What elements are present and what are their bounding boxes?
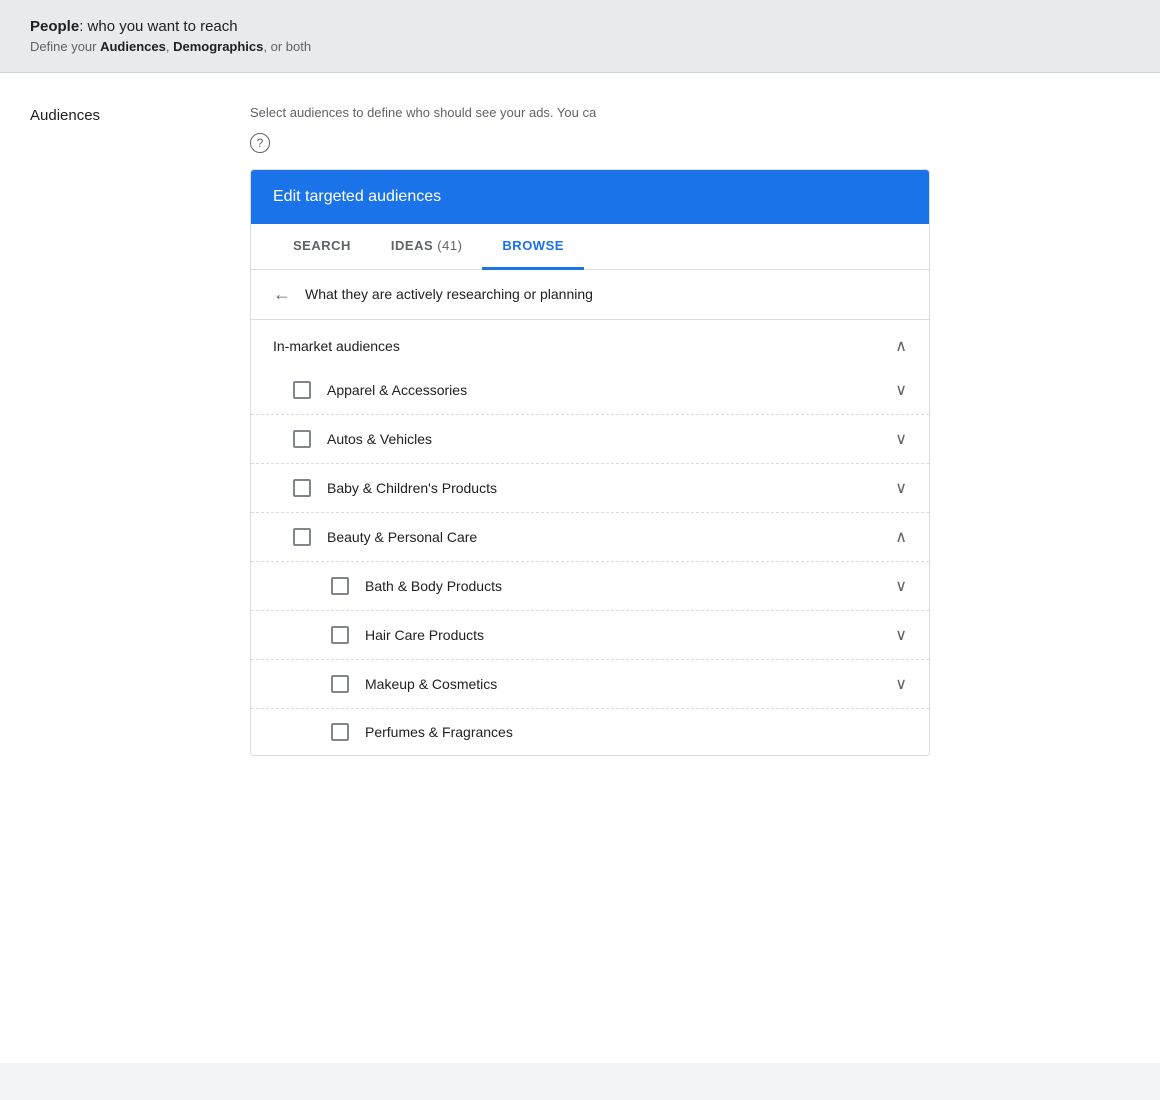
sub-item-hair-left: Hair Care Products bbox=[331, 626, 484, 644]
checkbox-perfumes[interactable] bbox=[331, 723, 349, 741]
audiences-box: Edit targeted audiences SEARCH IDEAS (41… bbox=[250, 169, 930, 756]
checkbox-bath[interactable] bbox=[331, 577, 349, 595]
left-label: Audiences bbox=[30, 103, 250, 1033]
audiences-label: Audiences bbox=[30, 107, 250, 124]
sub-item-bath-left: Bath & Body Products bbox=[331, 577, 502, 595]
tab-browse[interactable]: BROWSE bbox=[482, 224, 584, 270]
chevron-apparel-icon[interactable]: ∨ bbox=[895, 380, 907, 400]
sub-item-makeup-label: Makeup & Cosmetics bbox=[365, 676, 497, 692]
chevron-beauty-icon[interactable]: ∧ bbox=[895, 527, 907, 547]
list-item-apparel[interactable]: Apparel & Accessories ∨ bbox=[251, 366, 929, 415]
audiences-header: Edit targeted audiences bbox=[251, 170, 929, 224]
help-icon[interactable]: ? bbox=[250, 133, 270, 153]
sub-item-perfumes-left: Perfumes & Fragrances bbox=[331, 723, 513, 741]
sub-item-bath[interactable]: Bath & Body Products ∨ bbox=[251, 562, 929, 611]
list-item-autos[interactable]: Autos & Vehicles ∨ bbox=[251, 415, 929, 464]
list-item-autos-left: Autos & Vehicles bbox=[293, 430, 432, 448]
ideas-count: (41) bbox=[437, 238, 462, 253]
sub-item-perfumes-label: Perfumes & Fragrances bbox=[365, 724, 513, 740]
chevron-autos-icon[interactable]: ∨ bbox=[895, 429, 907, 449]
banner-title: People: who you want to reach bbox=[30, 18, 1130, 35]
tab-ideas[interactable]: IDEAS (41) bbox=[371, 224, 483, 270]
audiences-bold: Audiences bbox=[100, 39, 166, 54]
chevron-bath-icon[interactable]: ∨ bbox=[895, 576, 907, 596]
checkbox-baby[interactable] bbox=[293, 479, 311, 497]
tabs-row: SEARCH IDEAS (41) BROWSE bbox=[251, 224, 929, 270]
top-banner: People: who you want to reach Define you… bbox=[0, 0, 1160, 73]
right-panel: Select audiences to define who should se… bbox=[250, 103, 1130, 1033]
checkbox-makeup[interactable] bbox=[331, 675, 349, 693]
sub-item-perfumes[interactable]: Perfumes & Fragrances bbox=[251, 709, 929, 755]
list-item-beauty-left: Beauty & Personal Care bbox=[293, 528, 477, 546]
list-item-baby-left: Baby & Children's Products bbox=[293, 479, 497, 497]
checkbox-hair[interactable] bbox=[331, 626, 349, 644]
chevron-makeup-icon[interactable]: ∨ bbox=[895, 674, 907, 694]
sub-item-hair-label: Hair Care Products bbox=[365, 627, 484, 643]
checkbox-autos[interactable] bbox=[293, 430, 311, 448]
list-item-apparel-label: Apparel & Accessories bbox=[327, 382, 467, 398]
chevron-hair-icon[interactable]: ∨ bbox=[895, 625, 907, 645]
sub-item-makeup-left: Makeup & Cosmetics bbox=[331, 675, 497, 693]
banner-title-bold: People bbox=[30, 18, 79, 35]
section-header: In-market audiences ∧ bbox=[251, 320, 929, 366]
back-text: What they are actively researching or pl… bbox=[305, 286, 593, 302]
banner-subtitle: Define your Audiences, Demographics, or … bbox=[30, 39, 1130, 54]
tab-search[interactable]: SEARCH bbox=[273, 224, 371, 270]
checkbox-beauty[interactable] bbox=[293, 528, 311, 546]
list-item-baby[interactable]: Baby & Children's Products ∨ bbox=[251, 464, 929, 513]
list-item-autos-label: Autos & Vehicles bbox=[327, 431, 432, 447]
audiences-header-title: Edit targeted audiences bbox=[273, 188, 907, 206]
list-item-apparel-left: Apparel & Accessories bbox=[293, 381, 467, 399]
list-item-baby-label: Baby & Children's Products bbox=[327, 480, 497, 496]
section-chevron-up-icon[interactable]: ∧ bbox=[895, 336, 907, 356]
description-text: Select audiences to define who should se… bbox=[250, 103, 1130, 123]
list-item-beauty[interactable]: Beauty & Personal Care ∧ bbox=[251, 513, 929, 562]
sub-item-hair[interactable]: Hair Care Products ∨ bbox=[251, 611, 929, 660]
checkbox-apparel[interactable] bbox=[293, 381, 311, 399]
sub-item-bath-label: Bath & Body Products bbox=[365, 578, 502, 594]
section-title: In-market audiences bbox=[273, 338, 400, 354]
list-item-beauty-label: Beauty & Personal Care bbox=[327, 529, 477, 545]
main-content: Audiences Select audiences to define who… bbox=[0, 73, 1160, 1063]
back-row[interactable]: ← What they are actively researching or … bbox=[251, 270, 929, 320]
list-area: In-market audiences ∧ Apparel & Accessor… bbox=[251, 320, 929, 755]
back-arrow-icon: ← bbox=[273, 284, 291, 305]
sub-item-makeup[interactable]: Makeup & Cosmetics ∨ bbox=[251, 660, 929, 709]
demographics-bold: Demographics bbox=[173, 39, 263, 54]
banner-title-suffix: : who you want to reach bbox=[79, 18, 237, 35]
chevron-baby-icon[interactable]: ∨ bbox=[895, 478, 907, 498]
